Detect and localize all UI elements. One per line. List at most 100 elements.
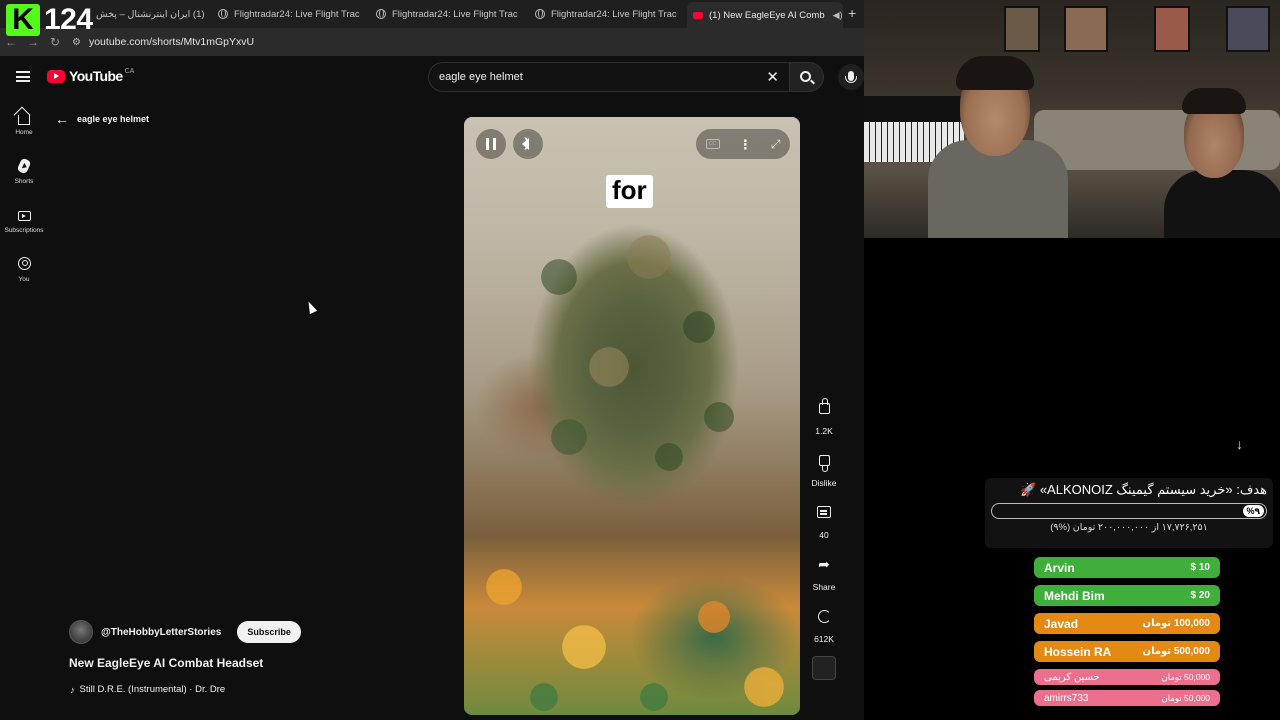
sound-action xyxy=(807,654,841,680)
shorts-video-player[interactable]: for CC ⋮ ⤢ xyxy=(464,117,800,715)
search-button[interactable] xyxy=(790,62,824,92)
browser-tab-iran-international[interactable]: (1) ایران اینترنشنال – پخش × xyxy=(90,4,208,24)
donation-item: amirrs733 50,000 تومان xyxy=(1034,690,1220,706)
fullscreen-icon[interactable]: ⤢ xyxy=(771,137,781,152)
donation-amount: $ 10 xyxy=(1190,562,1210,573)
avatar[interactable] xyxy=(69,620,93,644)
youtube-wordmark: YouTube xyxy=(69,68,123,84)
channel-name[interactable]: @TheHobbyLetterStories xyxy=(101,627,221,638)
wall-poster xyxy=(1154,6,1190,52)
webcam-feed xyxy=(864,0,1280,238)
dislike-action: Dislike xyxy=(807,446,841,490)
donation-item: Hossein RA 500,000 تومان xyxy=(1034,641,1220,662)
music-label: Still D.R.E. (Instrumental) · Dr. Dre xyxy=(79,684,226,695)
tab-title: Flightradar24: Live Flight Trac xyxy=(392,8,518,20)
arrow-left-icon[interactable]: ← xyxy=(55,111,69,127)
pause-icon xyxy=(486,138,496,150)
youtube-play-icon xyxy=(47,69,65,83)
donor-name: Javad xyxy=(1044,616,1079,631)
music-note-icon: ♪ xyxy=(70,684,75,695)
video-caption: for xyxy=(606,175,653,209)
tab-title: (1) New EagleEye AI Comb xyxy=(709,9,825,21)
comment-count: 40 xyxy=(819,530,829,540)
nav-label: Shorts xyxy=(14,178,34,185)
donation-item: حسین کریمی 50,000 تومان xyxy=(1034,669,1220,685)
shorts-icon xyxy=(16,157,32,175)
dislike-label: Dislike xyxy=(811,478,837,488)
search-input[interactable]: eagle eye helmet ✕ xyxy=(428,62,790,92)
subscribe-button[interactable]: Subscribe xyxy=(237,621,301,643)
kick-logo-icon: K xyxy=(6,4,40,36)
donor-name: Hossein RA xyxy=(1044,644,1112,659)
back-arrow-icon[interactable]: ← xyxy=(0,35,22,49)
remix-icon xyxy=(817,609,831,623)
speaker-icon[interactable]: ◀) xyxy=(833,10,843,21)
video-title[interactable]: New EagleEye AI Combat Headset xyxy=(69,656,263,670)
arrow-down-icon[interactable]: ↓ xyxy=(1236,436,1243,452)
browser-tab-youtube-active[interactable]: (1) New EagleEye AI Comb ◀) × xyxy=(687,2,843,28)
menu-icon[interactable] xyxy=(16,71,30,82)
music-row[interactable]: ♪ Still D.R.E. (Instrumental) · Dr. Dre xyxy=(70,684,225,695)
comments-button[interactable] xyxy=(810,498,838,526)
search-input-value: eagle eye helmet xyxy=(439,71,523,83)
shorts-action-rail: 1.2K Dislike 40 ➦ Share 612K xyxy=(807,394,841,688)
new-tab-button[interactable]: + xyxy=(848,5,856,21)
wall-poster xyxy=(1064,6,1108,52)
youtube-logo[interactable]: YouTube CA xyxy=(47,68,134,84)
nav-item-subscriptions[interactable]: Subscriptions xyxy=(0,204,48,253)
donor-name: حسین کریمی xyxy=(1044,671,1100,683)
donation-amount: $ 20 xyxy=(1190,590,1210,601)
globe-icon xyxy=(376,9,386,19)
address-bar: ← → ↻ ⚙ youtube.com/shorts/Mtv1mGpYxvU xyxy=(0,28,864,56)
like-button[interactable] xyxy=(810,394,838,422)
browser-tab-flightradar-1[interactable]: Flightradar24: Live Flight Trac × xyxy=(212,4,364,24)
browser-tab-strip: (1) ایران اینترنشنال – پخش × Flightradar… xyxy=(0,0,864,28)
clear-search-icon[interactable]: ✕ xyxy=(766,68,779,86)
browser-tab-flightradar-3[interactable]: Flightradar24: Live Flight Trac × xyxy=(529,4,681,24)
donation-amount: 50,000 تومان xyxy=(1161,692,1210,703)
sound-thumbnail[interactable] xyxy=(812,656,836,680)
mouse-cursor-icon xyxy=(304,299,318,315)
volume-icon xyxy=(521,135,529,150)
share-arrow-icon: ➦ xyxy=(818,555,830,572)
pause-button[interactable] xyxy=(476,129,506,159)
donor-name: Mehdi Bim xyxy=(1044,588,1105,603)
voice-search-button[interactable] xyxy=(838,64,864,90)
kick-overlay: K 124 xyxy=(6,4,93,36)
like-action: 1.2K xyxy=(807,394,841,438)
remix-button[interactable] xyxy=(810,602,838,630)
forward-arrow-icon[interactable]: → xyxy=(22,35,44,49)
tab-title: Flightradar24: Live Flight Trac xyxy=(234,8,360,20)
url-field[interactable]: ⚙ youtube.com/shorts/Mtv1mGpYxvU xyxy=(72,36,254,48)
tab-title: Flightradar24: Live Flight Trac xyxy=(551,8,677,20)
mute-button[interactable] xyxy=(513,129,543,159)
streamer-2-hair xyxy=(1182,88,1246,114)
site-settings-icon[interactable]: ⚙ xyxy=(72,37,81,48)
share-action: ➦ Share xyxy=(807,550,841,594)
donation-list: Arvin $ 10 Mehdi Bim $ 20 Javad 100,000 … xyxy=(1034,557,1220,711)
wall-poster xyxy=(1226,6,1270,52)
search-icon xyxy=(800,70,811,82)
nav-item-shorts[interactable]: Shorts xyxy=(0,155,48,204)
remix-action: 612K xyxy=(807,602,841,646)
reload-icon[interactable]: ↻ xyxy=(44,35,66,49)
nav-item-home[interactable]: Home xyxy=(0,106,48,155)
like-count: 1.2K xyxy=(815,426,833,436)
donation-item: Arvin $ 10 xyxy=(1034,557,1220,578)
nav-item-you[interactable]: You xyxy=(0,253,48,302)
you-icon xyxy=(17,257,31,270)
share-label: Share xyxy=(812,582,836,592)
captions-icon[interactable]: CC xyxy=(705,139,720,149)
dislike-button[interactable] xyxy=(810,446,838,474)
subscriptions-icon xyxy=(17,211,31,221)
video-frame-helmet xyxy=(499,197,769,497)
donation-amount: 500,000 تومان xyxy=(1142,646,1210,657)
donor-name: Arvin xyxy=(1044,560,1075,575)
share-button[interactable]: ➦ xyxy=(810,550,838,578)
back-to-search[interactable]: ← eagle eye helmet xyxy=(55,111,149,127)
piano xyxy=(864,96,974,124)
donation-item: Javad 100,000 تومان xyxy=(1034,613,1220,634)
back-label: eagle eye helmet xyxy=(77,114,150,124)
browser-tab-flightradar-2[interactable]: Flightradar24: Live Flight Trac × xyxy=(370,4,522,24)
more-vertical-icon[interactable]: ⋮ xyxy=(739,138,752,151)
